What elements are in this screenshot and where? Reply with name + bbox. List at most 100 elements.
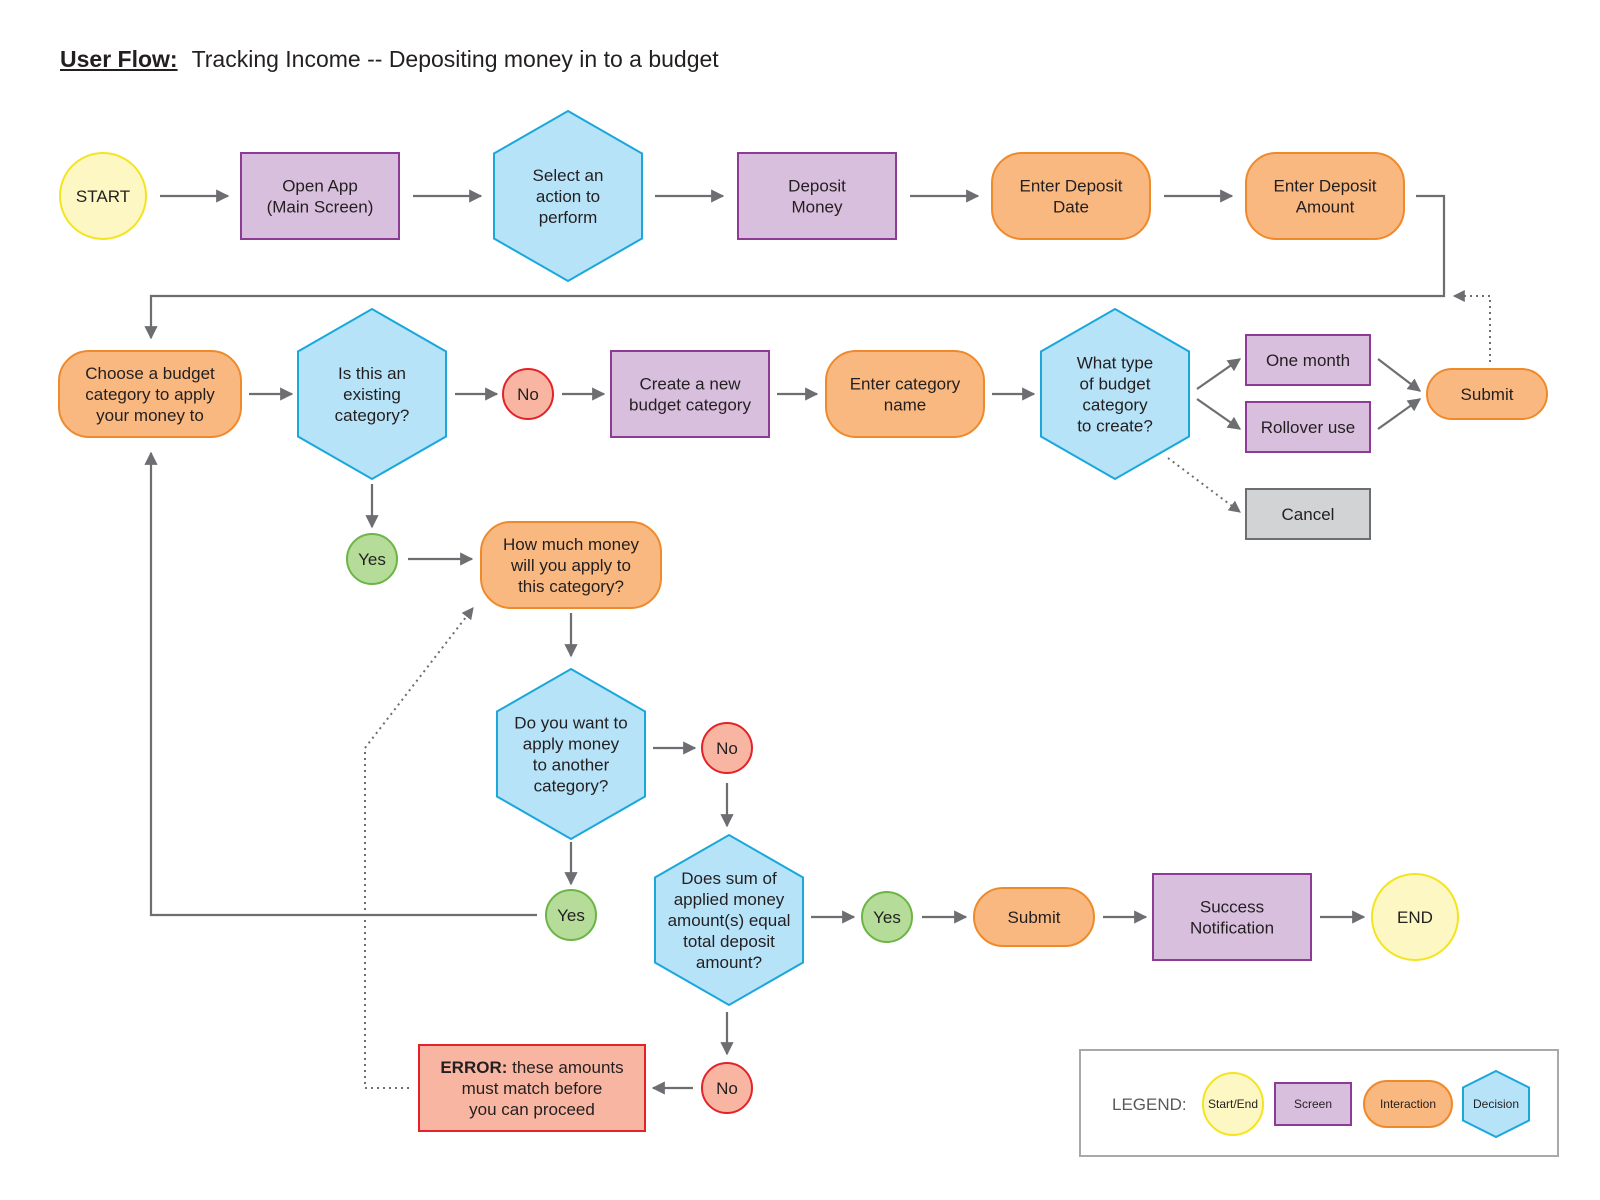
node-label-line: START [76, 187, 130, 206]
node-label-line: total deposit [683, 932, 775, 951]
node-label-line: Deposit [788, 177, 846, 196]
node-enter-date: Enter Deposit Date [991, 152, 1151, 240]
node-create-category-shape [610, 350, 770, 438]
node-enter-category-name-shape [825, 350, 985, 438]
node-label-line: Select an [533, 166, 604, 185]
node-select-action: Select an action to perform [493, 109, 643, 283]
node-label-line: this category? [518, 577, 624, 596]
node-label-line: Do you want to [514, 714, 627, 733]
legend-item-label: Interaction [1380, 1097, 1436, 1111]
legend-item-label: Decision [1473, 1097, 1519, 1111]
node-label-line: Yes [557, 906, 585, 925]
node-label-line: you can proceed [469, 1100, 595, 1119]
edge-budget-type-to-rollover-use [1196, 398, 1242, 430]
node-label-line: Is this an [338, 364, 406, 383]
node-enter-amount-shape [1245, 152, 1405, 240]
node-yes-3: Yes [861, 891, 913, 943]
node-label-line: Enter category [850, 375, 961, 394]
node-enter-date-shape [991, 152, 1151, 240]
node-label-line: Amount [1296, 198, 1355, 217]
node-label-line: applied money [674, 890, 785, 909]
node-label-line: existing [343, 385, 401, 404]
node-label-line: Notification [1190, 919, 1274, 938]
node-label-line: Rollover use [1261, 418, 1356, 437]
node-success: Success Notification [1152, 873, 1312, 961]
node-label-line: One month [1266, 351, 1350, 370]
node-label-line: category? [335, 406, 410, 425]
node-label-line: your money to [96, 406, 204, 425]
node-rollover-use: Rollover use [1245, 401, 1371, 453]
node-label-line: ERROR: these amounts [440, 1058, 623, 1077]
edge-rollover-use-to-submit-1 [1377, 398, 1422, 430]
edge-yes-2-to-choose-category [144, 451, 537, 917]
legend-item-start-end: Start/End [1202, 1072, 1264, 1136]
node-label-line: perform [539, 208, 598, 227]
node-label-line: No [716, 1079, 738, 1098]
node-choose-category: Choose a budget category to apply your mon… [58, 350, 242, 438]
node-label-line: Yes [873, 908, 901, 927]
node-deposit-money: Deposit Money [737, 152, 897, 240]
node-success-shape [1152, 873, 1312, 961]
node-enter-category-name: Enter category name [825, 350, 985, 438]
node-label-line: name [884, 396, 927, 415]
node-cancel: Cancel [1245, 488, 1371, 540]
node-label-line: amount? [696, 953, 762, 972]
node-label-line: to another [533, 756, 610, 775]
node-budget-type-shape [1040, 307, 1190, 481]
node-label-line: Submit [1008, 908, 1061, 927]
edge-one-month-to-submit-1 [1377, 358, 1422, 392]
node-label-line: No [517, 385, 539, 404]
node-label-line: Yes [358, 550, 386, 569]
node-label-line: amount(s) equal [668, 911, 791, 930]
node-how-much: How much money will you apply to this cate… [480, 521, 662, 609]
legend-label: LEGEND: [1112, 1095, 1187, 1114]
node-one-month: One month [1245, 334, 1371, 386]
error-label-rest: these amounts [512, 1058, 624, 1077]
node-existing-category: Is this an existing category? [297, 307, 447, 481]
node-label-line: to create? [1077, 417, 1153, 436]
node-submit-2: Submit [973, 887, 1095, 947]
node-yes-1: Yes [346, 533, 398, 585]
node-label-line: Submit [1461, 385, 1514, 404]
node-label-line: Does sum of [681, 869, 777, 888]
node-open-app: Open App (Main Screen) [240, 152, 400, 240]
node-label-line: Success [1200, 898, 1264, 917]
node-no-3: No [701, 1062, 753, 1114]
node-another-category: Do you want to apply money to another categ… [496, 667, 646, 841]
node-no-1: No [502, 368, 554, 420]
node-label-line: What type [1077, 354, 1154, 373]
node-label-line: Create a new [639, 375, 741, 394]
node-label-line: Money [791, 198, 843, 217]
node-start: START [59, 152, 147, 240]
node-label-line: Choose a budget [85, 364, 215, 383]
legend-item-interaction: Interaction [1363, 1080, 1453, 1128]
node-yes-2: Yes [545, 889, 597, 941]
node-label-line: Enter Deposit [1274, 177, 1377, 196]
error-label-bold: ERROR: [440, 1058, 512, 1077]
node-label-line: END [1397, 908, 1433, 927]
node-label-line: category [1082, 396, 1148, 415]
node-another-category-shape [496, 667, 646, 841]
legend-item-screen: Screen [1274, 1082, 1352, 1126]
node-label-line: must match before [462, 1079, 603, 1098]
node-budget-type: What type of budget category to create? [1040, 307, 1190, 481]
node-label-line: Cancel [1282, 505, 1335, 524]
nodes-layer: START Open App (Main Screen) Select an actio… [58, 109, 1548, 1132]
node-label-line: No [716, 739, 738, 758]
node-sum-equal: Does sum of applied money amount(s) equal t… [654, 833, 804, 1007]
node-open-app-shape [240, 152, 400, 240]
node-label-line: apply money [523, 735, 620, 754]
edge-budget-type-to-one-month [1196, 358, 1242, 390]
node-label-line: (Main Screen) [267, 198, 374, 217]
legend-item-label: Start/End [1208, 1097, 1258, 1111]
node-submit-1: Submit [1426, 368, 1548, 420]
edge-submit-1-to-choose-category [1452, 290, 1491, 362]
node-label-line: category to apply [85, 385, 215, 404]
node-end: END [1371, 873, 1459, 961]
edge-budget-type-to-cancel [1167, 457, 1241, 513]
edge-error-to-how-much [364, 607, 474, 1089]
flow-diagram: START Open App (Main Screen) Select an actio… [58, 109, 1559, 1157]
node-label-line: budget category [629, 396, 751, 415]
node-no-2: No [701, 722, 753, 774]
node-label-line: Date [1053, 198, 1089, 217]
